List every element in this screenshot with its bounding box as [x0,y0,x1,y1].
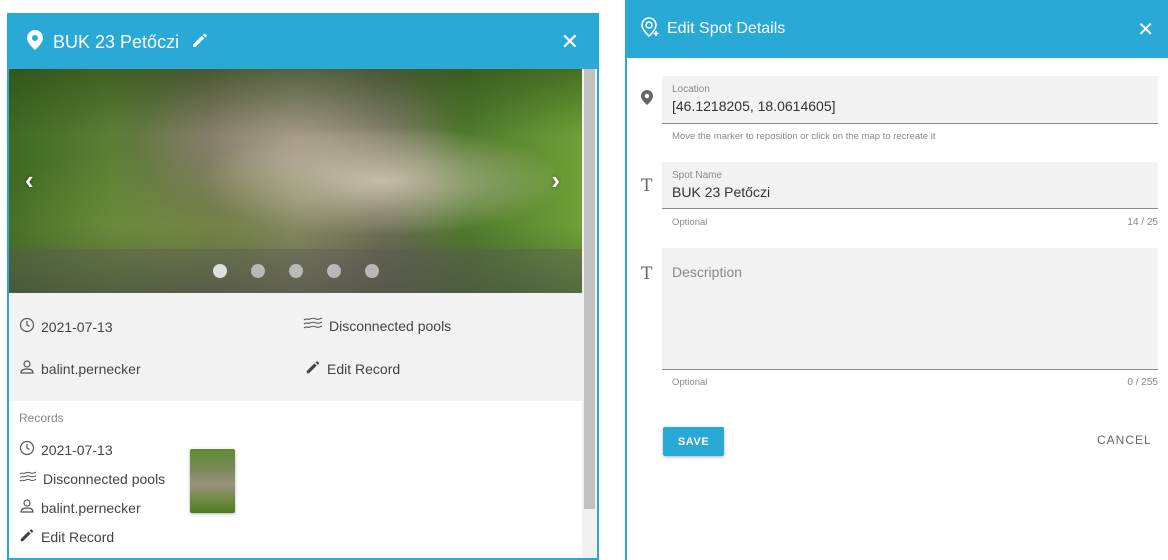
spot-info: 2021-07-13 Disconnected pools balint.per… [9,293,582,401]
pencil-icon [19,527,35,546]
clock-icon [19,317,35,336]
location-pin-icon [641,90,653,110]
record-date-text: 2021-07-13 [41,441,113,458]
description-textarea[interactable]: Description [662,248,1158,370]
record-status: Disconnected pools [19,464,572,493]
pencil-icon [305,359,321,378]
carousel-next-button[interactable]: › [551,165,560,196]
record-edit-button[interactable]: Edit Record [19,522,572,551]
edit-record-button[interactable]: Edit Record [305,359,400,378]
text-field-icon: T [641,264,653,284]
carousel-prev-button[interactable]: ‹ [25,165,34,196]
info-date-text: 2021-07-13 [41,318,113,335]
record-item: 2021-07-13 Disconnected pools balint.per… [19,435,572,551]
location-label: Location [672,84,710,95]
carousel-dot[interactable] [212,264,227,278]
description-placeholder: Description [672,264,743,280]
record-edit-label: Edit Record [41,528,115,545]
cancel-button[interactable]: CANCEL [1097,433,1152,447]
record-user-text: balint.pernecker [41,499,141,516]
info-user: balint.pernecker [19,359,141,378]
carousel-dot[interactable] [288,264,303,278]
user-icon [19,498,35,517]
carousel-indicators [9,249,582,293]
record-photo-thumbnail[interactable] [190,449,235,513]
record-user: balint.pernecker [19,493,572,522]
location-value: [46.1218205, 18.0614605] [672,98,836,114]
edit-panel-title: Edit Spot Details [667,20,786,37]
clock-icon [19,440,35,459]
records-section: Records 2021-07-13 Disconnected pools ba… [9,401,582,558]
water-waves-icon [303,317,323,334]
location-pin-icon [27,29,43,55]
record-date: 2021-07-13 [19,435,572,464]
text-field-icon: T [641,176,653,196]
description-char-counter: 0 / 255 [1127,377,1158,388]
spot-name-label: Spot Name [672,170,723,181]
carousel-dot[interactable] [364,264,379,278]
water-waves-icon [19,471,37,487]
scrollbar-thumb[interactable] [584,69,595,509]
description-helper-text: Optional [672,377,708,388]
spot-name-input[interactable]: Spot Name BUK 23 Petőczi [662,162,1158,209]
spot-name-value: BUK 23 Petőczi [672,184,771,200]
records-title: Records [19,411,64,425]
record-status-text: Disconnected pools [43,470,166,487]
info-status-text: Disconnected pools [329,317,452,334]
spot-title: BUK 23 Petőczi [53,31,180,52]
spot-panel: BUK 23 Petőczi ✕ ‹ › 2021-07-13 Disconne… [7,13,599,560]
carousel-dot[interactable] [326,264,341,278]
info-status: Disconnected pools [303,317,451,334]
edit-spot-panel: Edit Spot Details ✕ Location [46.1218205… [625,0,1168,560]
location-field[interactable]: Location [46.1218205, 18.0614605] [662,76,1158,124]
edit-record-label: Edit Record [327,360,401,377]
add-location-icon [641,16,659,42]
spot-panel-header: BUK 23 Petőczi ✕ [9,15,597,69]
spot-photo-carousel[interactable]: ‹ › [9,69,582,293]
close-spot-panel-button[interactable]: ✕ [561,29,579,55]
user-icon [19,359,35,378]
edit-title-pencil-icon[interactable] [191,31,209,54]
location-helper-text: Move the marker to reposition or click o… [672,131,936,142]
spot-panel-scrollbar[interactable] [582,69,597,558]
info-user-text: balint.pernecker [41,360,141,377]
edit-panel-header: Edit Spot Details ✕ [627,0,1168,58]
carousel-dot[interactable] [250,264,265,278]
info-date: 2021-07-13 [19,317,113,336]
close-edit-panel-button[interactable]: ✕ [1137,17,1154,42]
spot-name-char-counter: 14 / 25 [1127,217,1158,228]
spot-name-helper-text: Optional [672,217,708,228]
save-button[interactable]: SAVE [663,427,724,456]
